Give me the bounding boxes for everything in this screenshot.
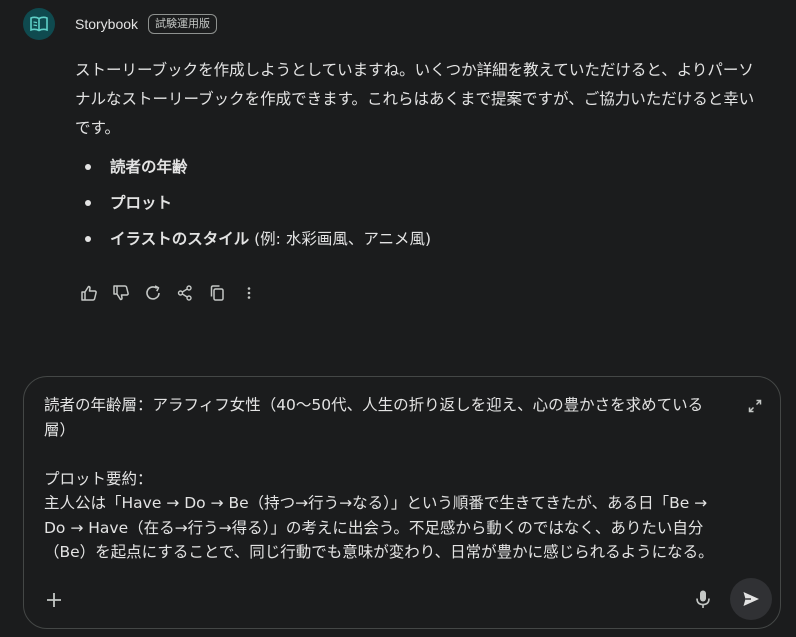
share-icon[interactable] [169,282,201,304]
prompt-composer[interactable]: 読者の年齢層：アラフィフ女性（40〜50代、人生の折り返しを迎え、心の豊かさを求… [23,376,781,629]
bot-name: Storybook [75,16,139,32]
thumb-down-icon[interactable] [105,282,137,304]
send-button[interactable] [730,578,772,620]
list-item-title: プロット [110,194,173,212]
send-icon [743,592,759,606]
list-item: 読者の年齢 [75,149,765,185]
message-intro: ストーリーブックを作成しようとしていますね。いくつか詳細を教えていただけると、よ… [75,61,755,137]
list-item: プロット [75,185,765,221]
experimental-badge: 試験運用版 [148,14,218,34]
regenerate-icon[interactable] [137,282,169,304]
list-item-title: イラストのスタイル [110,230,250,248]
copy-icon[interactable] [201,282,233,304]
suggestion-list: 読者の年齢 プロット イラストのスタイル (例: 水彩画風、アニメ風) [75,149,765,257]
book-icon [30,16,48,32]
add-icon[interactable] [42,588,66,612]
assistant-message: ストーリーブックを作成しようとしていますね。いくつか詳細を教えていただけると、よ… [75,56,765,257]
message-header: Storybook 試験運用版 [75,14,218,34]
list-item-detail: (例: 水彩画風、アニメ風) [249,230,432,248]
thumb-up-icon[interactable] [73,282,105,304]
expand-icon[interactable] [746,397,764,415]
list-item-title: 読者の年齢 [110,158,188,176]
message-actions [73,282,265,304]
prompt-input[interactable]: 読者の年齢層：アラフィフ女性（40〜50代、人生の折り返しを迎え、心の豊かさを求… [44,393,734,565]
storybook-avatar [23,8,55,40]
list-item: イラストのスタイル (例: 水彩画風、アニメ風) [75,221,765,257]
more-icon[interactable] [233,282,265,304]
microphone-icon[interactable] [692,588,714,610]
